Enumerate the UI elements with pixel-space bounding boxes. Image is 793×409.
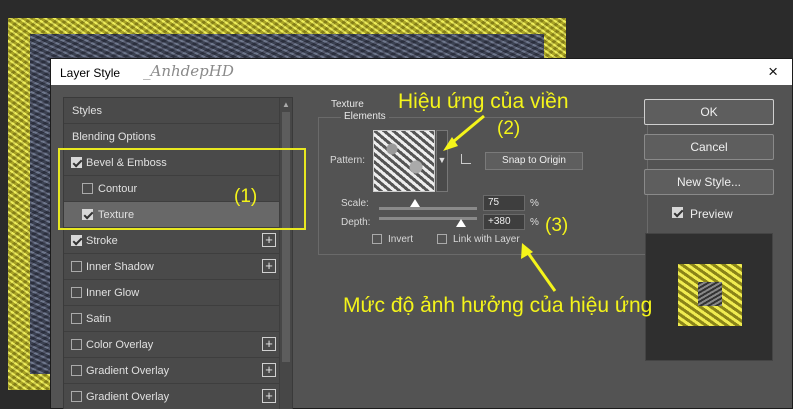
annotation-arrows xyxy=(443,114,557,292)
arrow-to-depth xyxy=(524,249,557,292)
